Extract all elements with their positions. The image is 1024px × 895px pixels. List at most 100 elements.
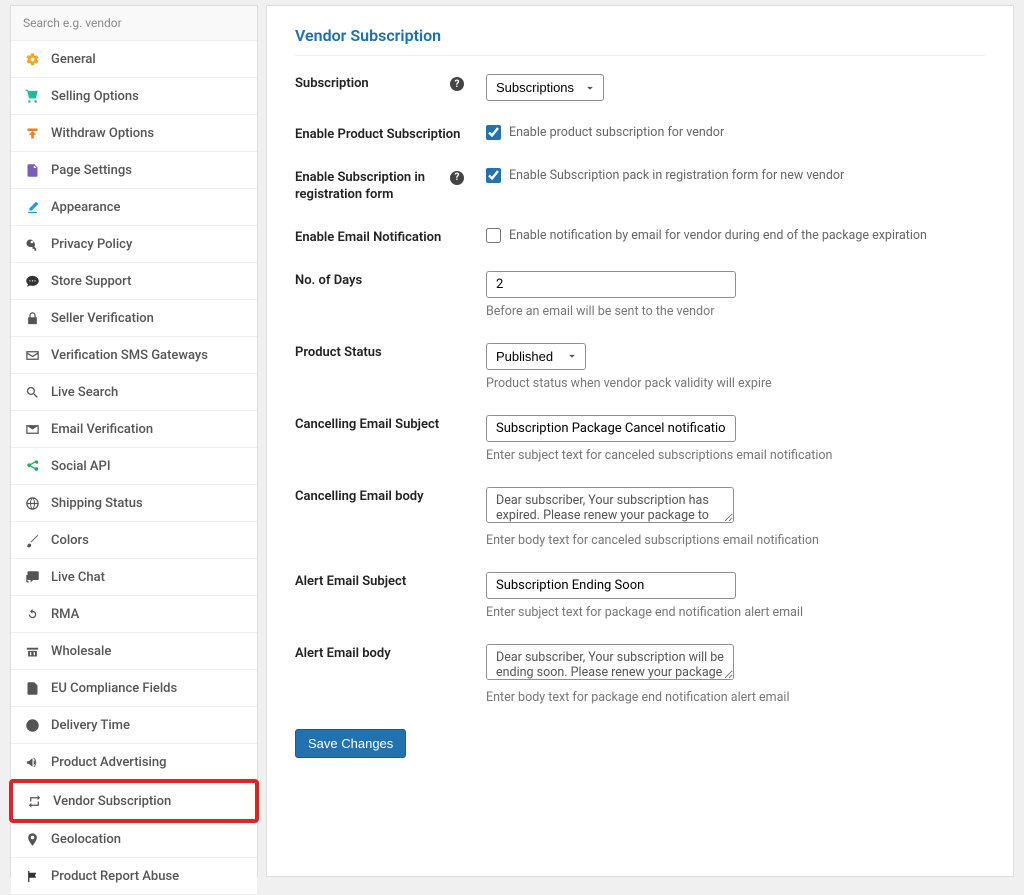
arrow-up-icon (23, 125, 41, 141)
product-status-select[interactable]: Published (486, 343, 586, 370)
cancel-subject-input[interactable] (486, 415, 736, 442)
sidebar-item-label: Delivery Time (51, 718, 130, 733)
cancel-subject-help: Enter subject text for canceled subscrip… (486, 448, 985, 463)
sidebar-item-eu-compliance-fields[interactable]: EU Compliance Fields (11, 670, 257, 707)
sidebar-item-label: RMA (51, 607, 79, 622)
sidebar-item-label: Wholesale (51, 644, 111, 659)
sidebar-item-label: Shipping Status (51, 496, 143, 511)
help-icon[interactable]: ? (450, 77, 464, 91)
enable-email-checkbox[interactable] (486, 228, 501, 243)
alert-body-help: Enter body text for package end notifica… (486, 690, 985, 705)
search-icon (23, 384, 41, 400)
document-icon (23, 680, 41, 696)
sidebar-item-label: Verification SMS Gateways (51, 348, 208, 363)
sidebar-search[interactable]: Search e.g. vendor (11, 6, 257, 41)
sidebar-item-email-verification[interactable]: Email Verification (11, 411, 257, 448)
lock-icon (23, 310, 41, 326)
save-button[interactable]: Save Changes (295, 729, 406, 758)
sidebar-item-label: Selling Options (51, 89, 139, 104)
sidebar-item-store-support[interactable]: Store Support (11, 263, 257, 300)
enable-email-label: Enable Email Notification (295, 230, 441, 247)
refresh-icon (23, 606, 41, 622)
product-status-help: Product status when vendor pack validity… (486, 376, 985, 391)
cart-icon (23, 88, 41, 104)
sidebar-item-delivery-time[interactable]: Delivery Time (11, 707, 257, 744)
sidebar-item-label: Privacy Policy (51, 237, 132, 252)
sidebar-item-wholesale[interactable]: Wholesale (11, 633, 257, 670)
alert-subject-label: Alert Email Subject (295, 574, 406, 591)
sidebar-item-label: Withdraw Options (51, 126, 154, 141)
sidebar-item-label: Geolocation (51, 832, 121, 847)
sidebar-item-label: Product Report Abuse (51, 869, 179, 884)
comments-icon (23, 569, 41, 585)
sidebar-item-label: General (51, 52, 96, 67)
page-title: Vendor Subscription (295, 26, 985, 56)
days-input[interactable] (486, 271, 736, 298)
sidebar-item-shipping-status[interactable]: Shipping Status (11, 485, 257, 522)
enable-reg-label: Enable Subscription in registration form (295, 170, 450, 204)
sidebar: Search e.g. vendor General Selling Option… (10, 5, 258, 877)
wholesale-icon (23, 643, 41, 659)
sidebar-item-label: Live Search (51, 385, 118, 400)
enable-email-text: Enable notification by email for vendor … (509, 228, 927, 243)
help-icon[interactable]: ? (450, 171, 464, 185)
alert-subject-help: Enter subject text for package end notif… (486, 605, 985, 620)
alert-body-label: Alert Email body (295, 646, 391, 663)
clock-icon (23, 717, 41, 733)
sidebar-item-label: Store Support (51, 274, 131, 289)
sidebar-item-live-chat[interactable]: Live Chat (11, 559, 257, 596)
product-status-label: Product Status (295, 345, 382, 362)
page-icon (23, 162, 41, 178)
pin-icon (23, 831, 41, 847)
subscription-select[interactable]: Subscriptions (486, 74, 604, 101)
mail-icon (23, 347, 41, 363)
cancel-body-textarea[interactable] (486, 487, 734, 523)
gear-icon (23, 51, 41, 67)
cancel-body-label: Cancelling Email body (295, 489, 424, 506)
sidebar-item-live-search[interactable]: Live Search (11, 374, 257, 411)
sidebar-item-product-report-abuse[interactable]: Product Report Abuse (11, 858, 257, 895)
sidebar-item-seller-verification[interactable]: Seller Verification (11, 300, 257, 337)
enable-product-sub-checkbox[interactable] (486, 125, 501, 140)
enable-reg-text: Enable Subscription pack in registration… (509, 168, 844, 183)
sidebar-item-label: Appearance (51, 200, 120, 215)
sidebar-item-privacy-policy[interactable]: Privacy Policy (11, 226, 257, 263)
sidebar-item-vendor-subscription[interactable]: Vendor Subscription (9, 779, 259, 823)
cancel-body-help: Enter body text for canceled subscriptio… (486, 533, 985, 548)
subscription-label: Subscription (295, 76, 369, 93)
sidebar-item-selling-options[interactable]: Selling Options (11, 78, 257, 115)
alert-subject-input[interactable] (486, 572, 736, 599)
sidebar-item-label: EU Compliance Fields (51, 681, 177, 696)
sidebar-item-label: Vendor Subscription (53, 794, 171, 809)
share-icon (23, 458, 41, 474)
sidebar-item-label: Email Verification (51, 422, 153, 437)
globe-icon (23, 495, 41, 511)
main-panel: Vendor Subscription Subscription ? Subsc… (266, 5, 1014, 877)
sidebar-item-product-advertising[interactable]: Product Advertising (11, 744, 257, 781)
alert-body-textarea[interactable] (486, 644, 734, 680)
sidebar-item-label: Live Chat (51, 570, 105, 585)
cancel-subject-label: Cancelling Email Subject (295, 417, 439, 434)
days-label: No. of Days (295, 273, 362, 290)
enable-product-sub-label: Enable Product Subscription (295, 127, 460, 144)
sidebar-item-label: Colors (51, 533, 89, 548)
sidebar-item-withdraw-options[interactable]: Withdraw Options (11, 115, 257, 152)
sidebar-item-colors[interactable]: Colors (11, 522, 257, 559)
sidebar-item-label: Seller Verification (51, 311, 154, 326)
sidebar-item-geolocation[interactable]: Geolocation (11, 821, 257, 858)
brush-icon (23, 199, 41, 215)
enable-reg-checkbox[interactable] (486, 168, 501, 183)
sidebar-item-appearance[interactable]: Appearance (11, 189, 257, 226)
sidebar-item-page-settings[interactable]: Page Settings (11, 152, 257, 189)
sidebar-item-social-api[interactable]: Social API (11, 448, 257, 485)
sidebar-item-label: Page Settings (51, 163, 132, 178)
retweet-icon (25, 793, 43, 809)
sidebar-item-rma[interactable]: RMA (11, 596, 257, 633)
paintbrush-icon (23, 532, 41, 548)
enable-product-sub-text: Enable product subscription for vendor (509, 125, 724, 140)
key-icon (23, 236, 41, 252)
sidebar-item-verification-sms-gateways[interactable]: Verification SMS Gateways (11, 337, 257, 374)
sidebar-item-label: Social API (51, 459, 111, 474)
megaphone-icon (23, 754, 41, 770)
sidebar-item-general[interactable]: General (11, 41, 257, 78)
